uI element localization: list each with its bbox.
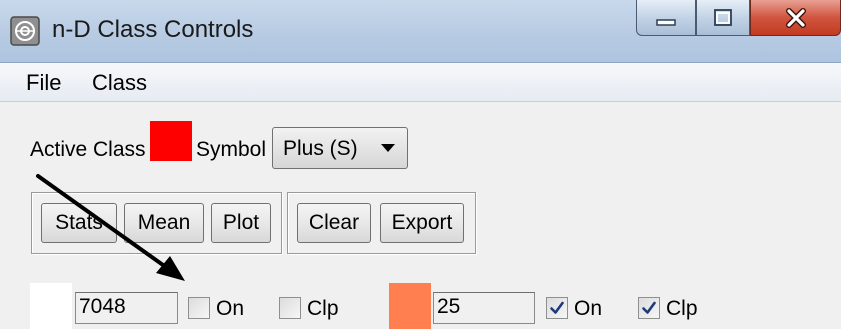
stats-button[interactable]: Stats: [41, 203, 117, 243]
minimize-icon: [656, 18, 676, 26]
export-button[interactable]: Export: [380, 203, 464, 243]
active-class-color-swatch[interactable]: [150, 121, 192, 161]
window-title: n-D Class Controls: [52, 16, 254, 43]
menu-file[interactable]: File: [26, 70, 61, 96]
symbol-selected-value: Plus (S): [283, 137, 358, 160]
app-icon: [10, 16, 40, 46]
class-color-swatch[interactable]: [389, 283, 431, 329]
close-icon: [785, 7, 806, 28]
mean-button[interactable]: Mean: [124, 203, 204, 243]
clp-label: Clp: [307, 297, 339, 320]
menu-class[interactable]: Class: [92, 70, 147, 96]
clp-checkbox[interactable]: [638, 297, 660, 319]
checkmark-icon: [550, 301, 564, 314]
class-count-field[interactable]: 7048: [75, 292, 178, 324]
symbol-label: Symbol: [196, 138, 267, 161]
on-label: On: [216, 297, 245, 320]
close-button[interactable]: [750, 0, 841, 36]
n-d-class-controls-window: n-D Class Controls File Class Active Cla…: [0, 0, 841, 329]
on-checkbox[interactable]: [188, 297, 210, 319]
on-label: On: [574, 297, 603, 320]
class-count-field[interactable]: 25: [433, 292, 535, 324]
class-color-swatch[interactable]: [30, 283, 72, 329]
clp-label: Clp: [666, 297, 698, 320]
dropdown-arrow-icon: [381, 144, 395, 152]
maximize-icon: [714, 8, 732, 26]
checkmark-icon: [642, 301, 656, 314]
symbol-dropdown[interactable]: Plus (S): [272, 127, 408, 169]
plot-button[interactable]: Plot: [211, 203, 271, 243]
active-class-label: Active Class: [30, 138, 146, 161]
minimize-button[interactable]: [636, 0, 696, 36]
title-bar[interactable]: n-D Class Controls: [0, 0, 841, 63]
clear-button[interactable]: Clear: [297, 203, 371, 243]
maximize-button[interactable]: [696, 0, 750, 36]
on-checkbox[interactable]: [546, 297, 568, 319]
menu-bar: File Class: [0, 63, 841, 102]
clp-checkbox[interactable]: [279, 297, 301, 319]
